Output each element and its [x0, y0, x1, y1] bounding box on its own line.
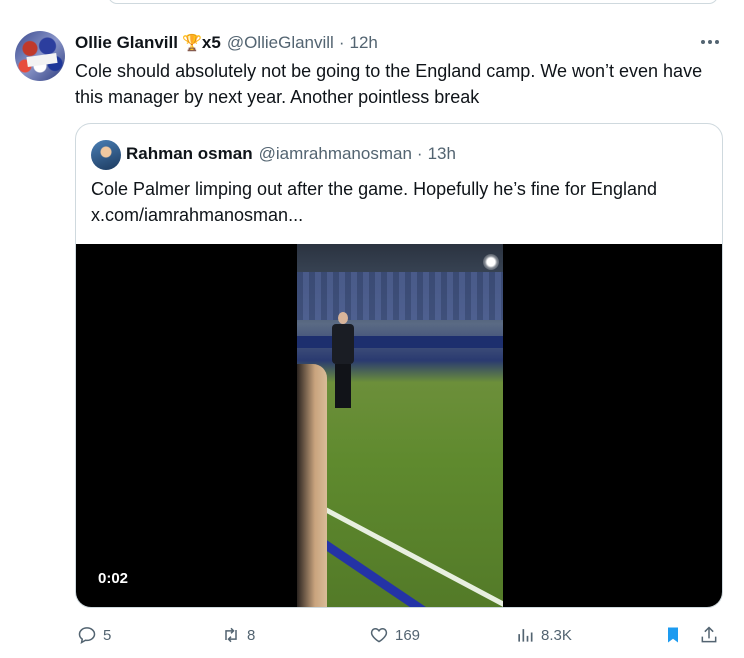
quote-text-line: Cole Palmer limping out after the game. …: [91, 179, 657, 199]
quote-separator-dot: ·: [416, 144, 423, 163]
bookmark-icon: [668, 627, 678, 643]
previous-card-edge: [108, 0, 718, 4]
share-button[interactable]: [699, 624, 719, 646]
more-options-icon[interactable]: [698, 31, 722, 53]
author-name[interactable]: Ollie Glanvill: [75, 33, 178, 53]
video-player[interactable]: 0:02: [76, 244, 722, 607]
views-chart-icon: [518, 629, 533, 642]
quote-link: x.com/iamrahmanosman...: [91, 205, 304, 225]
reply-count: 5: [103, 626, 112, 644]
like-count: 169: [395, 626, 421, 644]
repost-icon: [225, 627, 237, 643]
reply-icon: [78, 627, 96, 644]
quote-author-handle: @iamrahmanosman: [258, 144, 412, 163]
trophy-icon: 🏆: [181, 35, 202, 52]
reply-button[interactable]: 5: [77, 624, 111, 646]
quote-text: Cole Palmer limping out after the game. …: [91, 176, 711, 228]
like-button[interactable]: 169: [369, 624, 420, 646]
views-button[interactable]: 8.3K: [515, 624, 572, 646]
views-count: 8.3K: [541, 626, 572, 644]
tweet-header: Ollie Glanvill 🏆 x5 @OllieGlanvill · 12h: [75, 32, 378, 54]
separator-dot: ·: [338, 33, 345, 52]
video-frame: [297, 244, 503, 607]
repost-count: 8: [247, 626, 256, 644]
quote-header: Rahman osman @iamrahmanosman · 13h: [126, 142, 456, 166]
tweet-time[interactable]: 12h: [350, 33, 378, 53]
quote-author-name: Rahman osman: [126, 144, 253, 163]
share-icon: [701, 626, 717, 643]
author-handle[interactable]: @OllieGlanvill: [227, 33, 334, 53]
trophy-count: x5: [201, 33, 221, 52]
quote-tweet-card[interactable]: Rahman osman @iamrahmanosman · 13h Cole …: [75, 123, 723, 608]
tweet-text: Cole should absolutely not be going to t…: [75, 61, 703, 107]
action-bar: 5 8 169 8.3K: [75, 624, 723, 646]
quote-author-avatar: [91, 140, 121, 170]
heart-icon: [370, 627, 388, 643]
video-duration: 0:02: [98, 570, 129, 587]
author-avatar[interactable]: [15, 31, 65, 81]
repost-button[interactable]: 8: [221, 624, 255, 646]
bookmark-button[interactable]: [663, 624, 683, 646]
quote-time: 13h: [427, 144, 456, 163]
